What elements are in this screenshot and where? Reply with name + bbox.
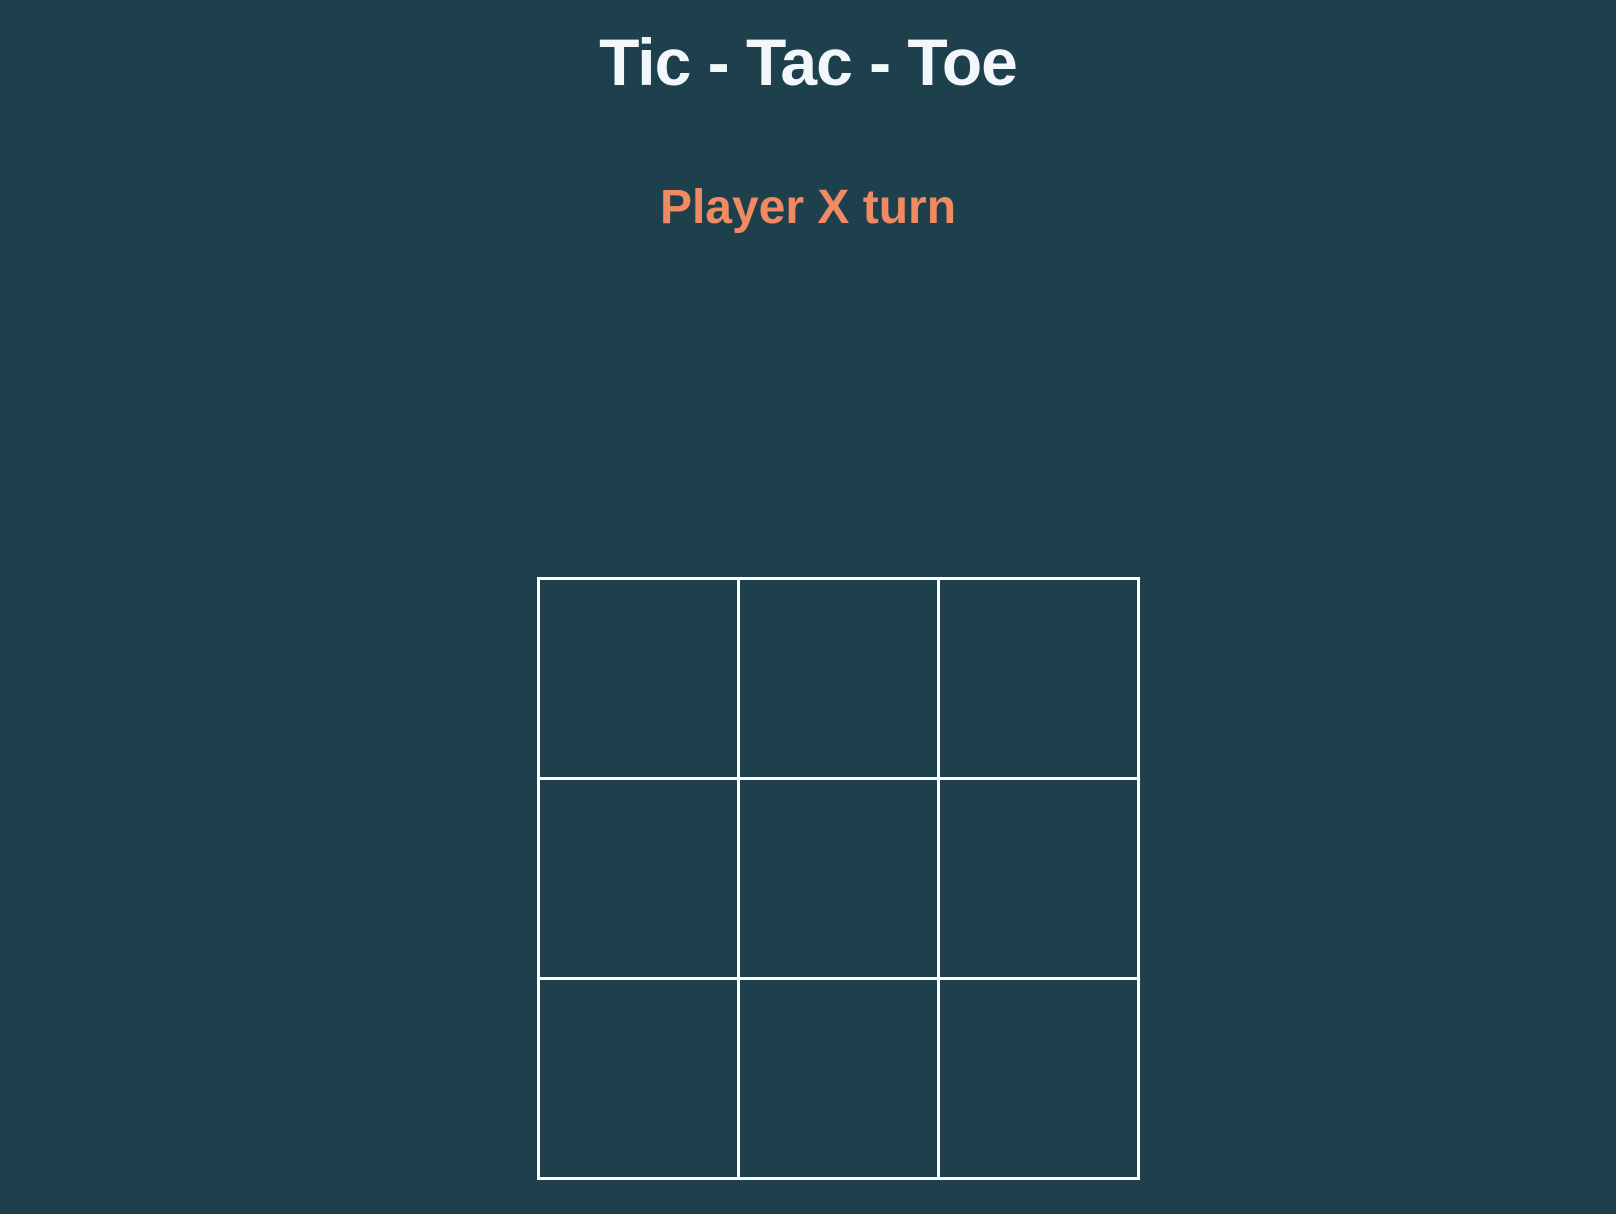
board-cell-1[interactable] [536, 576, 740, 780]
board-cell-9[interactable] [936, 976, 1140, 1180]
page-title: Tic - Tac - Toe [599, 25, 1018, 99]
board-cell-6[interactable] [936, 776, 1140, 980]
board-cell-4[interactable] [536, 776, 740, 980]
game-board [536, 576, 1140, 1180]
turn-status: Player X turn [659, 181, 957, 234]
board-cell-8[interactable] [736, 976, 940, 1180]
board-cell-3[interactable] [936, 576, 1140, 780]
board-cell-5[interactable] [736, 776, 940, 980]
board-cell-2[interactable] [736, 576, 940, 780]
board-cell-7[interactable] [536, 976, 740, 1180]
